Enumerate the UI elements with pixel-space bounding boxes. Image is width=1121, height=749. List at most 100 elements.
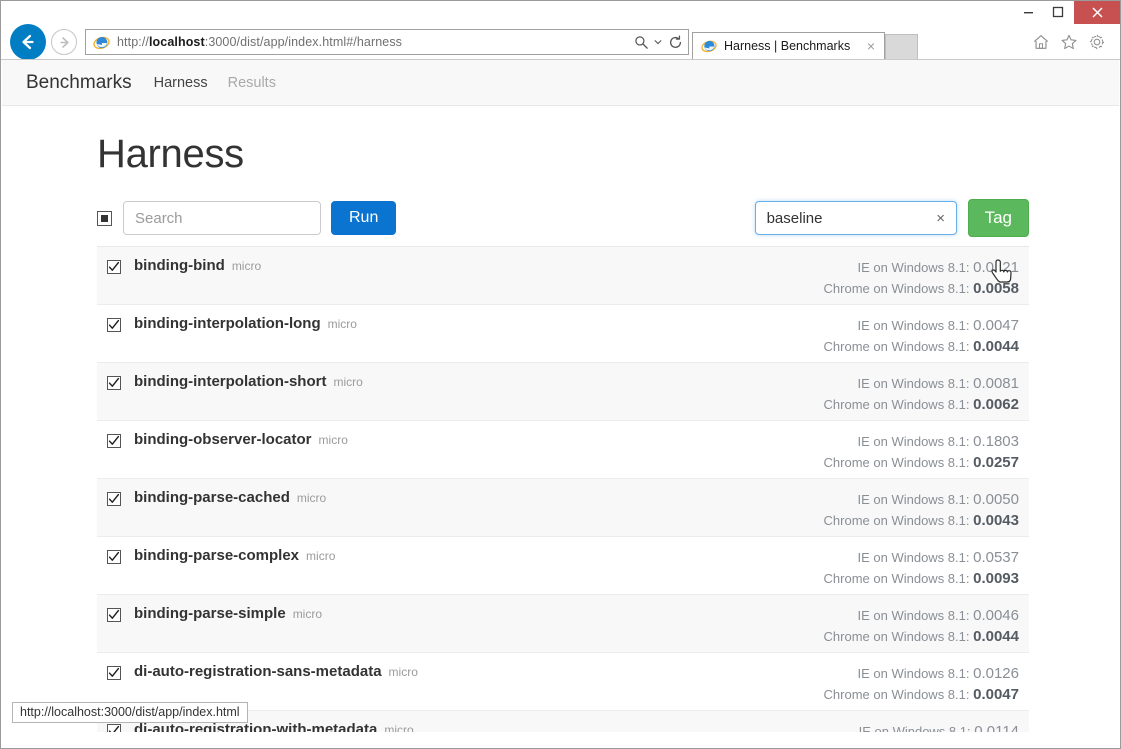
page-title: Harness [97,132,244,176]
result-browser-label: Chrome on Windows 8.1: [823,281,974,296]
benchmark-result-line: Chrome on Windows 8.1: 0.0058 [824,278,1019,299]
benchmark-checkbox[interactable] [107,492,121,506]
tab-strip: Harness | Benchmarks × [692,25,918,59]
benchmark-name[interactable]: binding-bind micro [134,257,261,274]
tag-button[interactable]: Tag [967,199,1029,237]
benchmark-name[interactable]: binding-parse-complex micro [134,547,335,564]
benchmark-kind-label: micro [384,723,414,732]
browser-window: http://localhost:3000/dist/app/index.htm… [0,0,1121,749]
benchmark-result-line: IE on Windows 8.1: 0.0537 [824,547,1019,568]
address-bar[interactable]: http://localhost:3000/dist/app/index.htm… [85,29,689,55]
benchmark-name[interactable]: binding-interpolation-long micro [134,315,357,332]
benchmark-row[interactable]: binding-interpolation-short micro IE on Wi… [97,363,1029,421]
new-tab-button[interactable] [885,34,918,59]
tab-harness-benchmarks[interactable]: Harness | Benchmarks × [692,32,885,59]
home-icon[interactable] [1030,31,1052,53]
title-bar [1,1,1120,27]
benchmark-row[interactable]: binding-parse-simple micro IE on Windows 8… [97,595,1029,653]
address-bar-url: http://localhost:3000/dist/app/index.htm… [117,35,403,49]
benchmark-result-line: Chrome on Windows 8.1: 0.0044 [824,626,1019,647]
benchmark-kind-label: micro [388,665,418,679]
result-browser-label: IE on Windows 8.1: [857,550,974,565]
result-value: 0.0114 [974,723,1019,732]
benchmark-checkbox[interactable] [107,260,121,274]
result-value: 0.0126 [973,665,1019,682]
benchmark-row[interactable]: binding-observer-locator micro IE on Windo… [97,421,1029,479]
benchmark-checkbox[interactable] [107,376,121,390]
chevron-down-icon[interactable] [652,31,664,53]
maximize-button[interactable] [1043,1,1072,22]
benchmark-name[interactable]: di-auto-registration-sans-metadata micro [134,663,418,680]
clear-tag-icon[interactable]: × [933,210,949,226]
brand-benchmarks[interactable]: Benchmarks [26,72,132,94]
search-icon[interactable] [630,31,652,53]
benchmark-checkbox[interactable] [107,318,121,332]
page-viewport: Benchmarks Harness Results Harness Run ×… [2,60,1119,732]
result-browser-label: IE on Windows 8.1: [857,318,974,333]
result-browser-label: Chrome on Windows 8.1: [823,629,974,644]
benchmark-result-line: Chrome on Windows 8.1: 0.0047 [824,684,1019,705]
result-browser-label: Chrome on Windows 8.1: [823,455,974,470]
benchmark-result-line: IE on Windows 8.1: 0.0081 [824,373,1019,394]
result-value: 0.0257 [973,454,1019,471]
benchmark-kind-label: micro [318,433,348,447]
select-all-checkbox[interactable] [97,210,112,226]
benchmark-name[interactable]: binding-parse-cached micro [134,489,326,506]
refresh-icon[interactable] [664,31,686,53]
benchmark-checkbox[interactable] [107,666,121,680]
benchmark-results: IE on Windows 8.1: 0.0050 Chrome on Windo… [824,489,1023,531]
result-browser-label: Chrome on Windows 8.1: [823,397,974,412]
benchmark-name[interactable]: binding-observer-locator micro [134,431,348,448]
benchmark-result-line: IE on Windows 8.1: 0.0121 [824,257,1019,278]
benchmark-result-line: Chrome on Windows 8.1: 0.0257 [824,452,1019,473]
result-browser-label: IE on Windows 8.1: [857,608,974,623]
benchmark-result-line: IE on Windows 8.1: 0.0050 [824,489,1019,510]
benchmark-results: IE on Windows 8.1: 0.0046 Chrome on Windo… [824,605,1023,647]
close-button[interactable] [1074,1,1120,24]
result-value: 0.1803 [973,433,1019,450]
result-value: 0.0058 [973,280,1019,297]
result-value: 0.0046 [973,607,1019,624]
benchmark-results: IE on Windows 8.1: 0.0047 Chrome on Windo… [824,315,1023,357]
benchmark-results: IE on Windows 8.1: 0.0537 Chrome on Windo… [824,547,1023,589]
benchmark-kind-label: micro [306,549,336,563]
search-input[interactable] [123,201,321,235]
nav-link-harness[interactable]: Harness [154,75,208,91]
star-icon[interactable] [1058,31,1080,53]
benchmark-result-line: Chrome on Windows 8.1: 0.0044 [824,336,1019,357]
benchmark-row[interactable]: binding-interpolation-long micro IE on Win… [97,305,1029,363]
nav-link-results[interactable]: Results [228,75,276,91]
benchmark-checkbox[interactable] [107,434,121,448]
benchmark-name[interactable]: binding-interpolation-short micro [134,373,363,390]
benchmark-list: binding-bind micro IE on Windows 8.1: 0.01… [97,246,1029,732]
benchmark-row[interactable]: binding-bind micro IE on Windows 8.1: 0.01… [97,247,1029,305]
tag-input-wrapper: × [754,201,957,235]
benchmark-checkbox[interactable] [107,550,121,564]
browser-toolbar: http://localhost:3000/dist/app/index.htm… [1,24,1120,60]
benchmark-result-line: IE on Windows 8.1: 0.1803 [824,431,1019,452]
benchmark-results: IE on Windows 8.1: 0.1803 Chrome on Windo… [824,431,1023,473]
benchmark-row[interactable]: binding-parse-cached micro IE on Windows 8… [97,479,1029,537]
result-browser-label: Chrome on Windows 8.1: [823,571,974,586]
result-value: 0.0047 [973,686,1019,703]
tag-input[interactable] [754,201,957,235]
back-button[interactable] [10,24,46,60]
indeterminate-mark-icon [101,214,108,222]
tab-close-icon[interactable]: × [862,37,880,55]
tab-favicon-icon [700,37,718,55]
benchmark-result-line: IE on Windows 8.1: 0.0046 [824,605,1019,626]
result-value: 0.0050 [973,491,1019,508]
benchmark-kind-label: micro [333,375,363,389]
minimize-button[interactable] [1014,1,1043,22]
tag-controls: × Tag [754,199,1029,237]
benchmark-checkbox[interactable] [107,724,121,732]
forward-button[interactable] [51,29,77,55]
benchmark-name[interactable]: binding-parse-simple micro [134,605,322,622]
benchmark-result-line: IE on Windows 8.1: 0.0047 [824,315,1019,336]
benchmark-row[interactable]: binding-parse-complex micro IE on Windows … [97,537,1029,595]
gear-icon[interactable] [1086,31,1108,53]
benchmark-checkbox[interactable] [107,608,121,622]
run-button[interactable]: Run [331,201,397,235]
benchmark-result-line: Chrome on Windows 8.1: 0.0093 [824,568,1019,589]
result-browser-label: IE on Windows 8.1: [858,724,975,732]
